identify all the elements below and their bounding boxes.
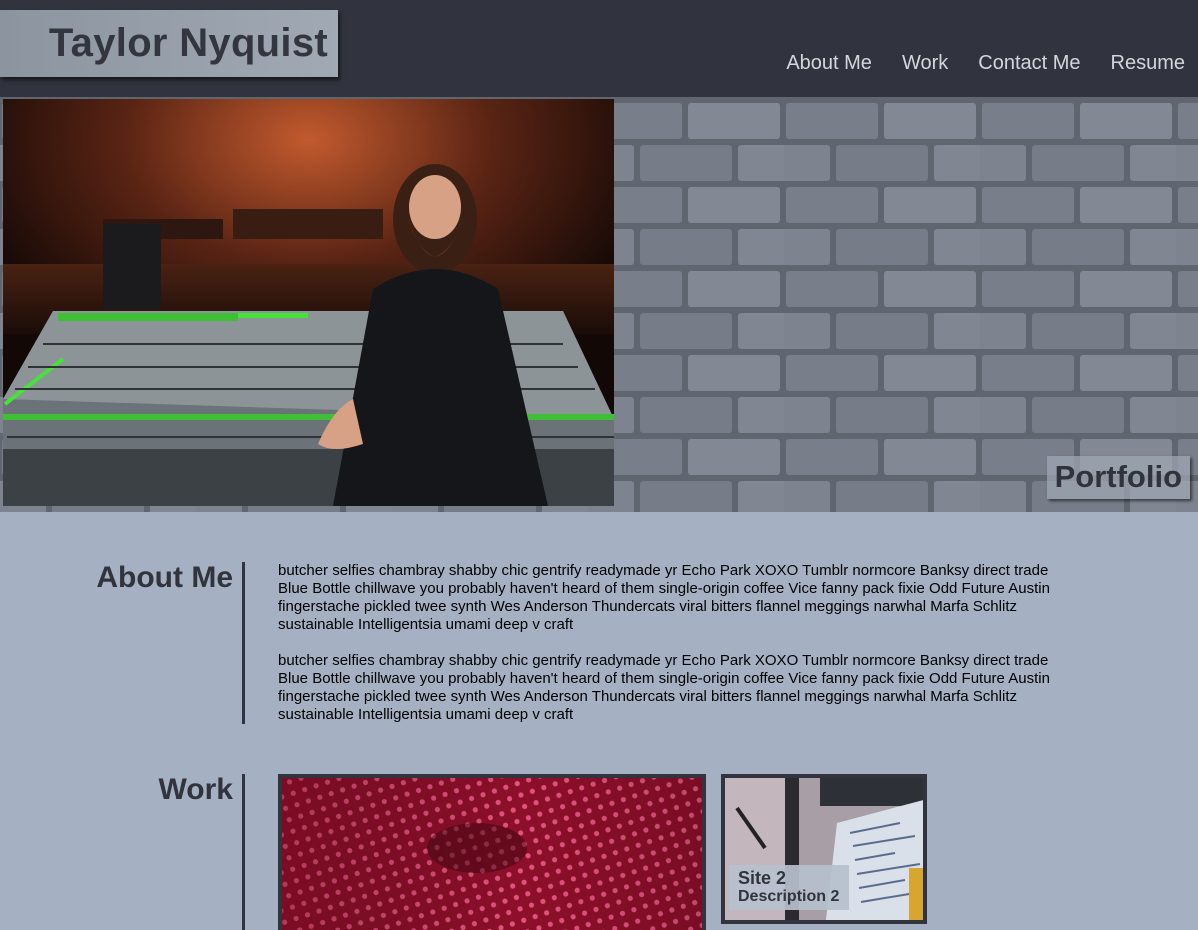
main-nav: About Me Work Contact Me Resume bbox=[786, 52, 1185, 75]
work-card-1[interactable] bbox=[278, 774, 706, 930]
portfolio-badge: Portfolio bbox=[1046, 456, 1190, 499]
nav-link-contact[interactable]: Contact Me bbox=[978, 52, 1080, 75]
about-body: butcher selfies chambray shabby chic gen… bbox=[278, 562, 1078, 724]
site-title: Taylor Nyquist bbox=[48, 21, 328, 65]
nav-link-work[interactable]: Work bbox=[902, 52, 948, 75]
nav-link-resume[interactable]: Resume bbox=[1111, 52, 1185, 75]
hero-banner: Portfolio bbox=[0, 97, 1198, 512]
about-paragraph: butcher selfies chambray shabby chic gen… bbox=[278, 562, 1050, 633]
work-card-2[interactable]: Site 2 Description 2 bbox=[721, 774, 927, 924]
work-card-description: Description 2 bbox=[738, 888, 840, 905]
work-card-2-label: Site 2 Description 2 bbox=[729, 865, 850, 910]
work-heading: Work bbox=[158, 773, 233, 806]
nav-link-about[interactable]: About Me bbox=[786, 52, 872, 75]
about-paragraph: butcher selfies chambray shabby chic gen… bbox=[278, 652, 1050, 723]
about-heading: About Me bbox=[96, 561, 233, 594]
portfolio-label: Portfolio bbox=[1054, 459, 1182, 494]
work-card-title: Site 2 bbox=[738, 868, 787, 888]
brand-banner[interactable]: Taylor Nyquist bbox=[0, 10, 338, 77]
site-header: Taylor Nyquist About Me Work Contact Me … bbox=[0, 0, 1198, 97]
profile-photo bbox=[3, 99, 614, 506]
about-divider bbox=[242, 562, 245, 724]
work-divider bbox=[242, 774, 245, 930]
led-wall-image bbox=[282, 778, 702, 930]
